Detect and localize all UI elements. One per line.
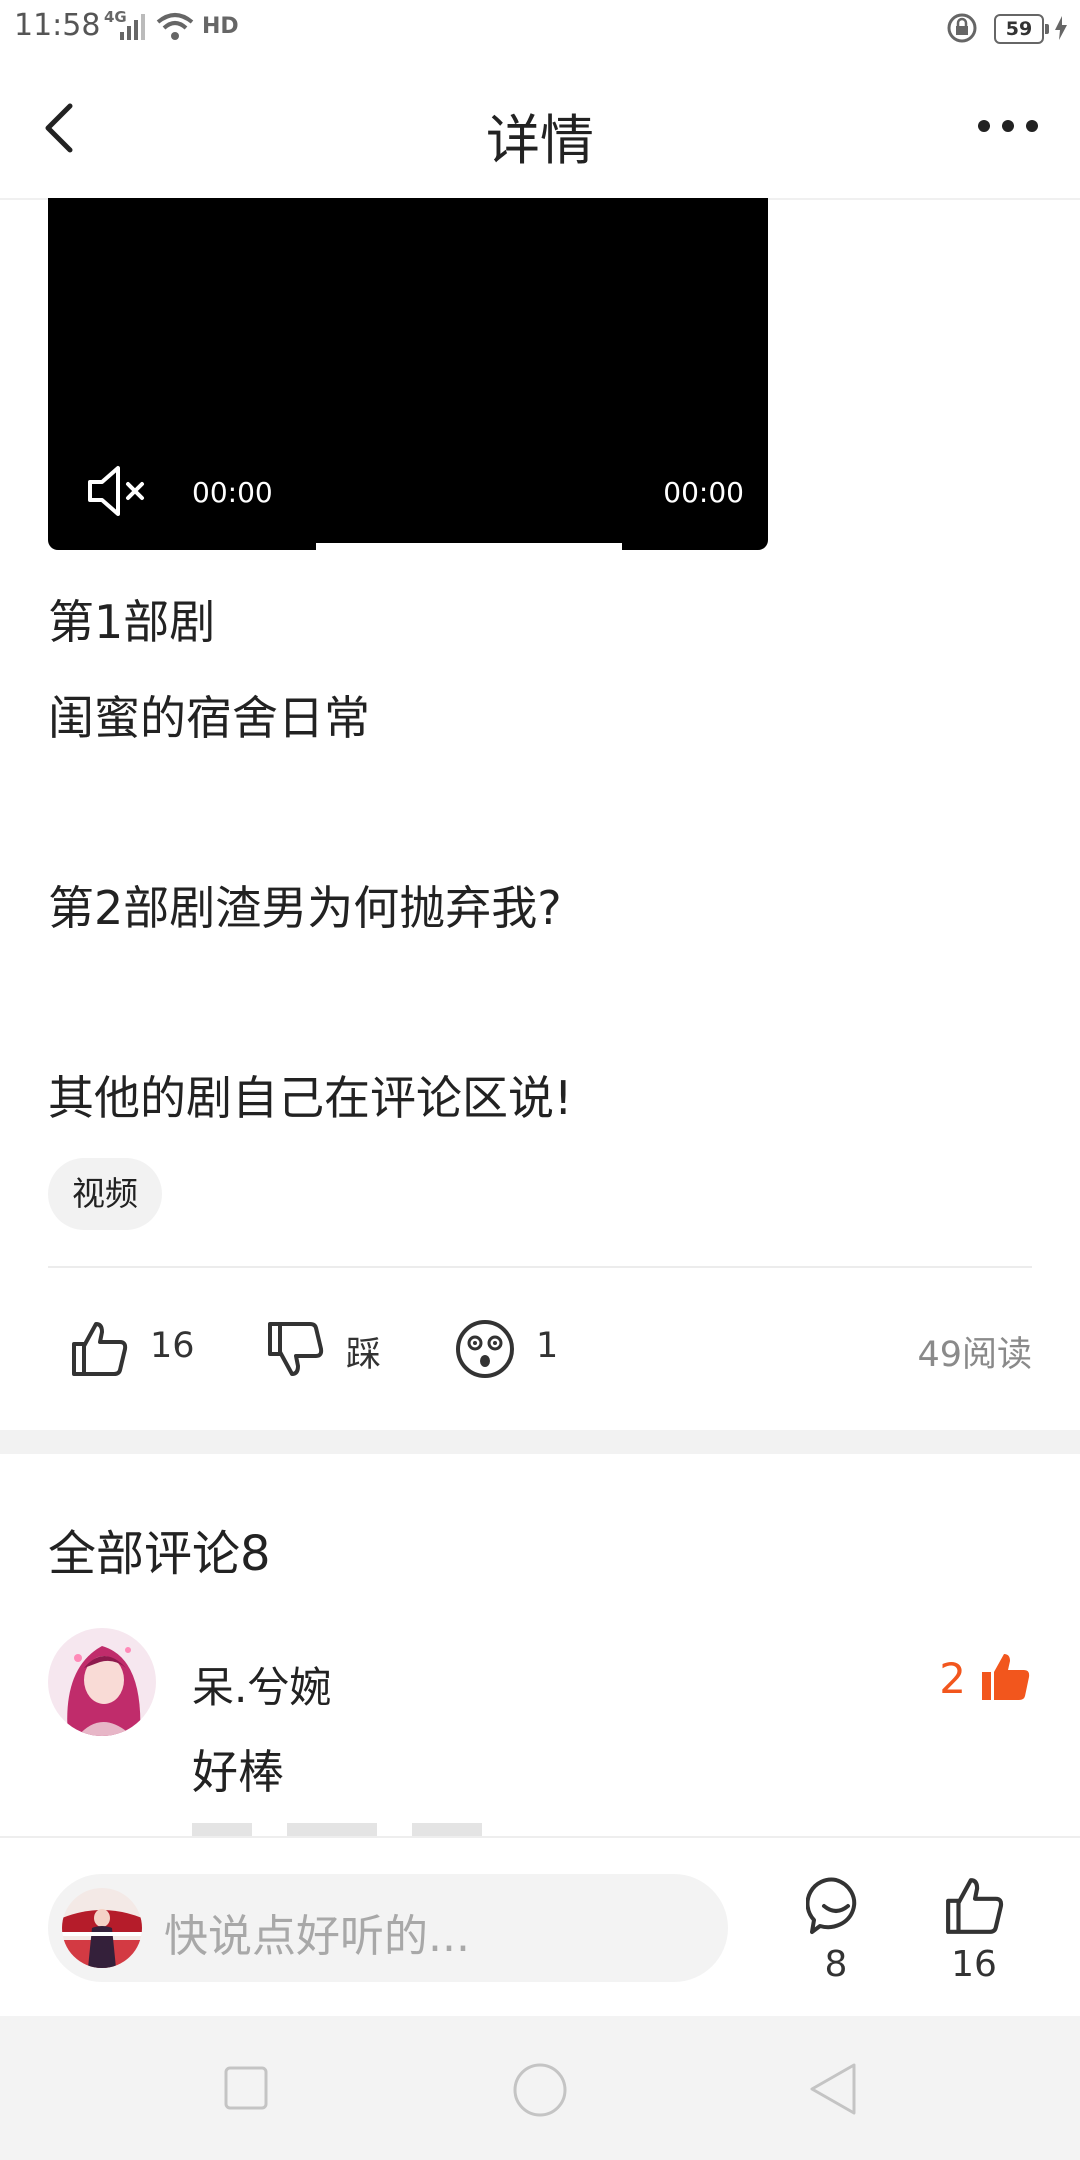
comment-icon[interactable] <box>806 1876 866 1936</box>
article-paragraph: 第2部剧渣男为何抛弃我? <box>48 881 562 935</box>
header: 详情 <box>0 58 1080 200</box>
article-paragraph: 其他的剧自己在评论区说! <box>48 1071 573 1125</box>
comment-like-count: 2 <box>939 1654 966 1703</box>
video-current-time: 00:00 <box>192 476 273 509</box>
battery-indicator: 59 <box>994 14 1049 44</box>
user-avatar <box>62 1888 142 1968</box>
more-icon[interactable] <box>976 116 1040 136</box>
bottom-like-icon[interactable] <box>944 1876 1004 1936</box>
section-divider <box>0 1430 1080 1454</box>
topic-tag[interactable]: 视频 <box>48 1158 162 1230</box>
video-duration: 00:00 <box>663 476 744 509</box>
mute-icon[interactable] <box>86 462 150 520</box>
comment-input[interactable]: 快说点好听的... <box>48 1874 728 1982</box>
emoji-reaction-count: 1 <box>536 1326 559 1366</box>
dizzy-emoji-icon[interactable] <box>454 1318 516 1380</box>
status-bar: 11:58 4G HD 59 <box>0 0 1080 58</box>
recents-icon[interactable] <box>224 2066 268 2110</box>
dislike-icon[interactable] <box>266 1320 324 1378</box>
comment-author[interactable]: 呆.兮婉 <box>192 1654 331 1715</box>
home-icon[interactable] <box>512 2062 568 2118</box>
video-player[interactable]: 00:00 00:00 <box>48 198 768 550</box>
status-time: 11:58 <box>14 8 101 43</box>
comment-count: 8 <box>824 1944 848 1985</box>
page-title: 详情 <box>486 109 594 172</box>
article-paragraph: 闺蜜的宿舍日常 <box>48 691 370 745</box>
signal-icon <box>120 14 145 40</box>
system-navigation-bar <box>0 2016 1080 2160</box>
comment-bar: 快说点好听的... 8 16 <box>0 1836 1080 2018</box>
hd-icon: HD <box>202 14 239 39</box>
comment-like-icon[interactable] <box>980 1652 1030 1702</box>
commenter-avatar[interactable] <box>48 1628 156 1736</box>
wifi-icon <box>156 13 194 40</box>
video-progress-bar[interactable] <box>316 543 622 550</box>
article-paragraph: 第1部剧 <box>48 595 216 649</box>
comments-title: 全部评论8 <box>48 1526 271 1582</box>
bottom-like-count: 16 <box>951 1944 997 1985</box>
back-nav-icon[interactable] <box>808 2062 858 2116</box>
like-count: 16 <box>150 1326 195 1366</box>
read-count: 49阅读 <box>917 1335 1032 1375</box>
next-comment-preview <box>192 1822 592 1836</box>
comment-text: 好棒 <box>192 1745 284 1799</box>
comment-input-placeholder: 快说点好听的... <box>164 1911 470 1962</box>
divider <box>48 1266 1032 1268</box>
like-icon[interactable] <box>70 1320 128 1378</box>
charging-icon <box>1055 16 1067 40</box>
rotation-lock-icon <box>947 13 977 43</box>
dislike-label: 踩 <box>346 1335 382 1375</box>
